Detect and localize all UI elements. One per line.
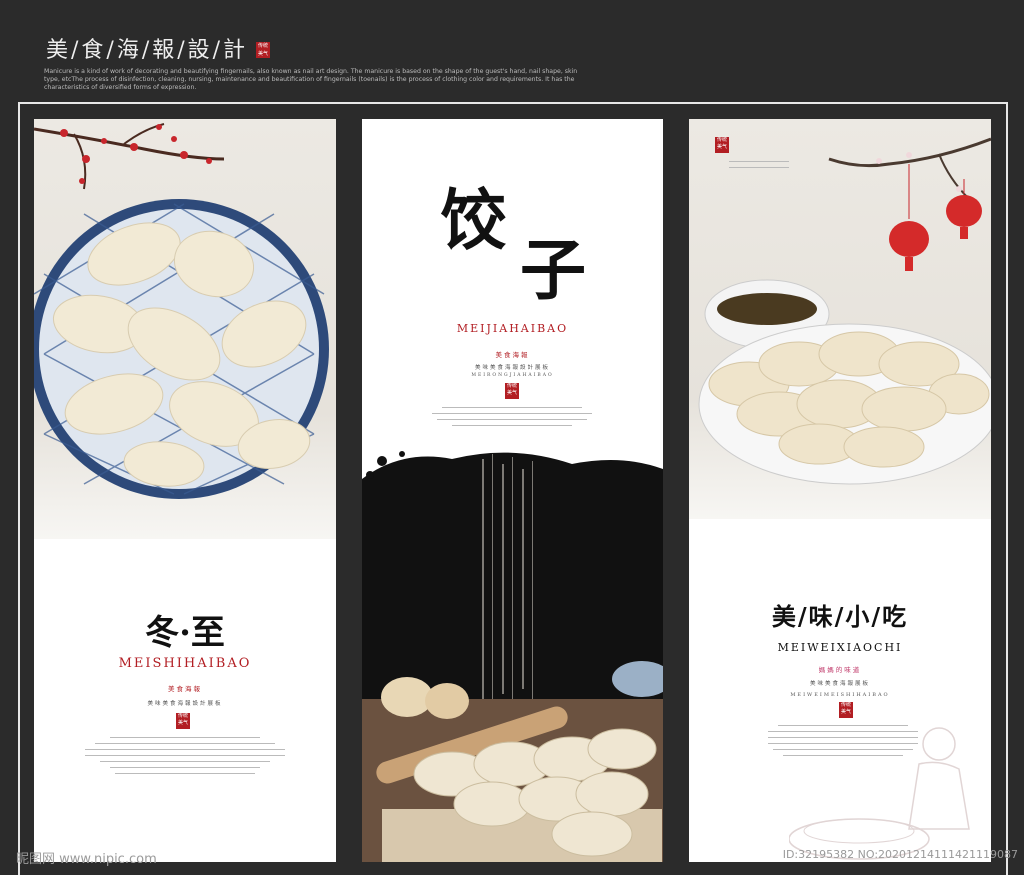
red-seal-stamp: 传统 美气 (505, 383, 519, 399)
panel-title: 美/味/小/吃 (771, 602, 909, 631)
red-seal-stamp: 传统 美气 (839, 702, 853, 718)
top-text-lines (709, 161, 809, 173)
panel-subtitle-red: 美食海報 (495, 351, 530, 359)
panel-subtitle: 美味美食海報展板 (809, 681, 870, 687)
poster-panel-winter[interactable]: 冬·至 MEISHIHAIBAO 美食海報 美味美食海報設計展板 传统 美气 (34, 119, 336, 862)
ink-splash-flour-image (362, 451, 663, 862)
poster-panel-snacks[interactable]: 传统 美气 美/味/小/吃 MEIWEIXIAOCHI 媽媽的味道 美味美食海報… (689, 119, 991, 862)
panel-title: 冬·至 (145, 613, 225, 653)
panel-subtitle: 美味美食海報設計展板 (474, 365, 550, 371)
panel-subtitle-pink: 媽媽的味道 (818, 666, 862, 674)
panel-subtitle-red: 美食海報 (168, 685, 202, 693)
panel-pinyin: MEIJIAHAIBAO (456, 322, 569, 335)
watermark-left: 昵图网 www.nipic.com (16, 852, 157, 867)
panel-subtitle-tiny: MEIWEIMEISHIHAIBAO (790, 692, 890, 698)
dumpling-bowl-image (698, 279, 991, 485)
panel-subtitle-tiny: MEIRONGJIAHAIBAO (471, 373, 554, 378)
header-description: Manicure is a kind of work of decorating… (44, 68, 578, 91)
body-text-lines (432, 407, 592, 431)
top-seal-stamp: 传统 美气 (715, 137, 729, 153)
watermark-right: ID:32195382 NO:20201214111421119087 (782, 848, 1018, 861)
plum-blossom-branch (34, 123, 225, 190)
body-text-lines (74, 737, 296, 779)
panel-title-char-1: 饺 (440, 181, 506, 259)
branch-lanterns-image (828, 137, 991, 271)
dumpling-plate-image (34, 199, 329, 499)
header-title: 美/食/海/報/設/計 (46, 38, 249, 63)
panel-pinyin: MEISHIHAIBAO (118, 656, 252, 671)
header-seal: 传统 美气 (256, 42, 270, 58)
red-seal-stamp: 传统 美气 (176, 713, 190, 729)
panel-subtitle: 美味美食海報設計展板 (147, 701, 223, 707)
poster-panel-dumplings[interactable]: 饺 子 MEIJIAHAIBAO 美食海報 美味美食海報設計展板 MEIRONG… (362, 119, 663, 862)
cook-illustration (789, 727, 970, 860)
panel-pinyin: MEIWEIXIAOCHI (777, 641, 903, 654)
panel-title-char-2: 子 (520, 231, 586, 309)
